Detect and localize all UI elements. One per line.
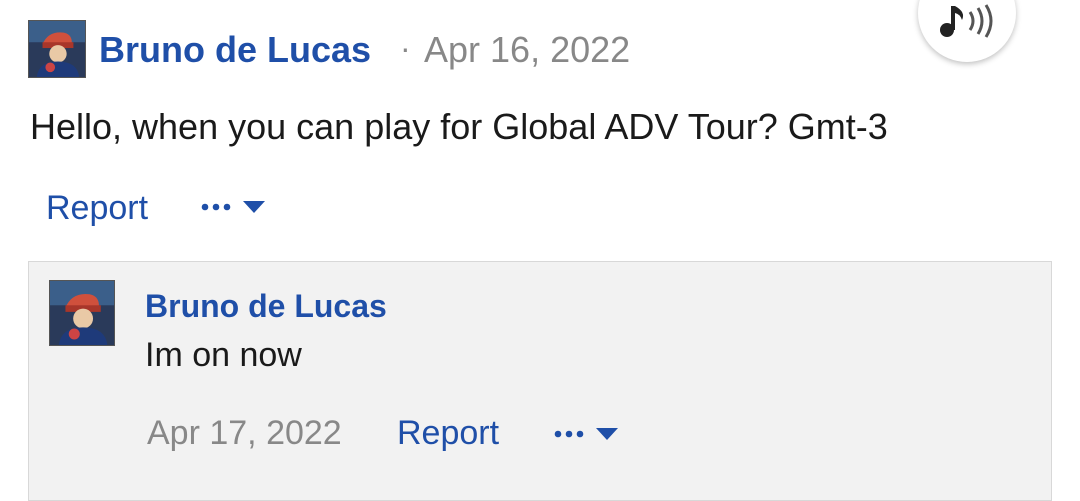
report-link[interactable]: Report	[46, 189, 148, 228]
comment: Bruno de Lucas · Apr 16, 2022 Hello, whe…	[0, 0, 1080, 260]
separator-dot: ·	[400, 30, 411, 66]
reply-text: Im on now	[145, 336, 302, 374]
comment-author-link[interactable]: Bruno de Lucas	[99, 29, 371, 71]
more-dropdown-icon[interactable]	[200, 196, 266, 223]
report-link[interactable]: Report	[397, 414, 499, 453]
more-dropdown-icon[interactable]	[553, 423, 619, 450]
avatar[interactable]	[49, 280, 115, 346]
comment-date: Apr 16, 2022	[424, 29, 631, 70]
reply-date: Apr 17, 2022	[147, 414, 342, 452]
avatar[interactable]	[28, 20, 86, 78]
comment-text: Hello, when you can play for Global ADV …	[30, 106, 888, 147]
audio-speaker-icon	[940, 4, 993, 38]
reply: Bruno de Lucas Im on now Apr 17, 2022 Re…	[28, 261, 1052, 501]
reply-author-link[interactable]: Bruno de Lucas	[145, 288, 387, 325]
